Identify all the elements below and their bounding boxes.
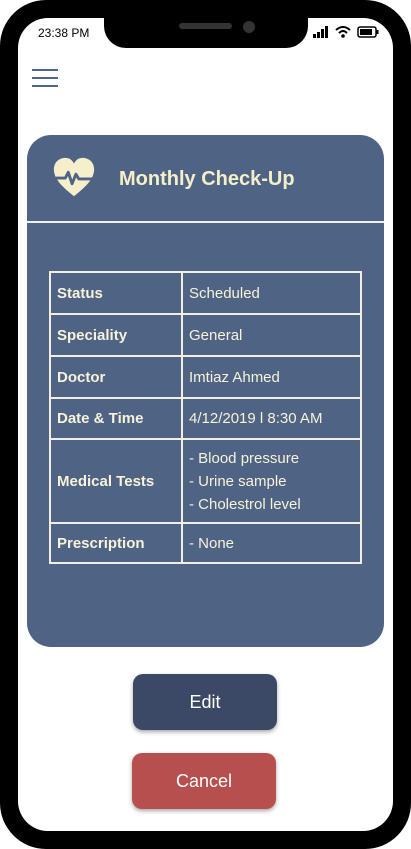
table-row: Medical Tests - Blood pressure - Urine s… bbox=[49, 438, 362, 524]
table-row: Date & Time 4/12/2019 l 8:30 AM bbox=[49, 397, 362, 440]
hamburger-menu-icon[interactable] bbox=[32, 68, 58, 90]
appointment-card: Monthly Check-Up Status Scheduled Specia… bbox=[27, 135, 384, 647]
medical-tests-label: Medical Tests bbox=[49, 438, 183, 524]
cancel-button[interactable]: Cancel bbox=[132, 753, 276, 809]
status-value: Scheduled bbox=[181, 271, 362, 315]
doctor-value: Imtiaz Ahmed bbox=[181, 355, 362, 399]
phone-frame: 23:38 PM Monthly Check-Up Status Schedul… bbox=[0, 0, 411, 849]
speaker bbox=[179, 23, 232, 29]
medical-test-item: - Cholestrol level bbox=[189, 495, 301, 513]
table-row: Status Scheduled bbox=[49, 271, 362, 315]
date-time-label: Date & Time bbox=[49, 397, 183, 440]
card-header: Monthly Check-Up bbox=[27, 135, 384, 223]
medical-test-item: - Urine sample bbox=[189, 472, 287, 490]
appointment-details-table: Status Scheduled Speciality General Doct… bbox=[49, 271, 362, 564]
edit-button[interactable]: Edit bbox=[133, 674, 277, 730]
card-title: Monthly Check-Up bbox=[119, 168, 295, 190]
notch bbox=[104, 18, 308, 48]
speciality-label: Speciality bbox=[49, 313, 183, 357]
status-time: 23:38 PM bbox=[38, 26, 90, 40]
wifi-icon bbox=[335, 26, 351, 38]
status-label: Status bbox=[49, 271, 183, 315]
date-time-value: 4/12/2019 l 8:30 AM bbox=[181, 397, 362, 440]
screen: 23:38 PM Monthly Check-Up Status Schedul… bbox=[18, 18, 393, 831]
table-row: Speciality General bbox=[49, 313, 362, 357]
table-row: Doctor Imtiaz Ahmed bbox=[49, 355, 362, 399]
table-row: Prescription - None bbox=[49, 522, 362, 564]
prescription-label: Prescription bbox=[49, 522, 183, 564]
doctor-label: Doctor bbox=[49, 355, 183, 399]
heart-pulse-icon bbox=[53, 157, 95, 197]
speciality-value: General bbox=[181, 313, 362, 357]
signal-icon bbox=[313, 26, 328, 38]
camera bbox=[243, 21, 255, 33]
battery-icon bbox=[357, 26, 379, 38]
medical-test-item: - Blood pressure bbox=[189, 449, 300, 467]
medical-tests-value: - Blood pressure - Urine sample - Choles… bbox=[181, 438, 362, 524]
status-icons bbox=[313, 26, 379, 38]
prescription-value: - None bbox=[181, 522, 362, 564]
